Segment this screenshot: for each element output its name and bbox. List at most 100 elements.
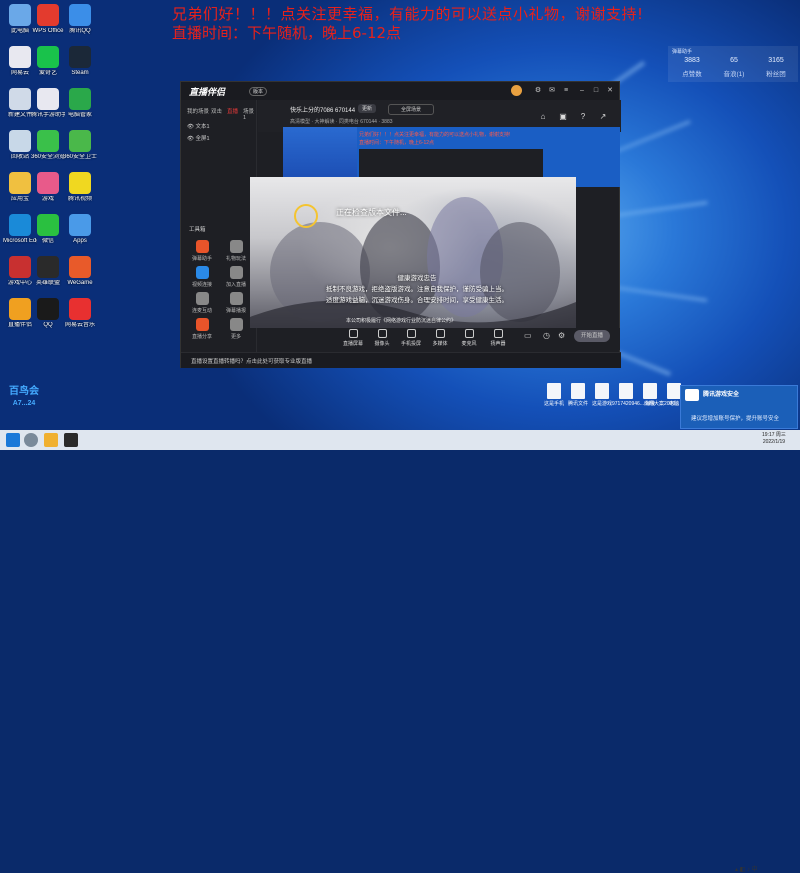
desktop-icon-label: QQ xyxy=(43,322,53,328)
camera-icon[interactable]: ▣ xyxy=(558,112,568,122)
share-icon[interactable]: ↗ xyxy=(598,112,608,122)
app-icon xyxy=(37,4,59,26)
avatar[interactable] xyxy=(511,85,522,96)
desktop-icon[interactable]: 腾讯视频 xyxy=(63,172,97,203)
clock-time: 19:17 周三 xyxy=(762,432,786,438)
desktop-icon[interactable]: 腾讯QQ xyxy=(63,4,97,35)
loading-spinner-icon xyxy=(294,204,318,228)
tab-double[interactable]: 双击 xyxy=(211,107,222,115)
desktop-icon[interactable]: 360安全卫士 xyxy=(63,130,97,161)
live-app-taskbar-icon[interactable] xyxy=(64,433,78,447)
maximize-icon[interactable]: □ xyxy=(591,86,601,96)
minimize-icon[interactable]: – xyxy=(577,86,587,96)
tool-button[interactable]: 直播分享 xyxy=(187,318,217,340)
app-icon xyxy=(69,46,91,68)
mail-icon[interactable]: ✉ xyxy=(547,86,557,96)
brand-line2: A7...24 xyxy=(12,400,36,407)
file-explorer-icon[interactable] xyxy=(44,433,58,447)
app-icon xyxy=(9,214,31,236)
health-line: 适度游戏益脑，沉迷游戏伤身。合理安排时间，享受健康生活。 xyxy=(326,297,508,304)
tool-button[interactable]: 视频连接 xyxy=(187,266,217,288)
control-icon xyxy=(348,329,358,338)
timer-icon[interactable]: ◷ xyxy=(543,331,550,340)
desktop-icon[interactable]: 腾讯手游助手 xyxy=(31,88,65,119)
source-control[interactable]: 摄像头 xyxy=(369,329,395,347)
desktop-icon[interactable]: 微信 xyxy=(31,214,65,245)
tool-button[interactable]: 加入直播 xyxy=(221,266,251,288)
desktop-icon[interactable]: QQ xyxy=(31,298,65,329)
source-control[interactable]: 直播屏幕 xyxy=(340,329,366,347)
desktop-icon[interactable]: 360安全浏览器 xyxy=(31,130,65,161)
security-toast[interactable]: 腾讯游戏安全 建议您增加账号保护，提升账号安全 xyxy=(680,385,798,429)
tool-label: 视频连接 xyxy=(191,282,212,288)
tool-button[interactable]: 弹幕播报 xyxy=(221,292,251,314)
desktop-icon[interactable]: 游戏 xyxy=(31,172,65,203)
stat-gifts: 65 音浪(1) xyxy=(714,57,754,78)
preview-promo-line2: 直播时间：下午随机，晚上6-12点 xyxy=(359,140,435,146)
tab-my-scenes[interactable]: 我的场景 xyxy=(187,107,209,115)
scene-item[interactable]: 👁 全屏1 xyxy=(187,134,210,142)
app-icon xyxy=(69,172,91,194)
start-live-button[interactable]: 开始直播 xyxy=(574,330,610,342)
tool-button[interactable]: 礼物玩法 xyxy=(221,240,251,262)
desktop-icon[interactable]: 网易云音乐 xyxy=(63,298,97,329)
start-icon[interactable] xyxy=(6,433,20,447)
desktop-icon[interactable]: WPS Office xyxy=(31,4,65,35)
app-icon xyxy=(69,130,91,152)
app-icon xyxy=(37,130,59,152)
control-label: 麦克风 xyxy=(461,341,477,347)
tool-button[interactable]: 更多 xyxy=(221,318,251,340)
source-control[interactable]: 多媒体 xyxy=(427,329,453,347)
health-notice: 健康游戏忠告 抵制不良游戏，拒绝盗版游戏。注意自我保护，谨防受骗上当。 适度游戏… xyxy=(302,273,532,306)
desktop-icon-label: 腾讯QQ xyxy=(69,28,91,34)
status-text[interactable]: 直播设置直播转播吗？点击此处可获取专业版直播 xyxy=(191,357,312,365)
tool-icon xyxy=(229,266,243,279)
source-control[interactable]: 麦克风 xyxy=(456,329,482,347)
mic-icon[interactable]: ▭ xyxy=(524,331,532,340)
tool-label: 礼物玩法 xyxy=(225,256,246,262)
desktop-icon[interactable]: 爱奇艺 xyxy=(31,46,65,77)
gear-icon[interactable]: ⚙ xyxy=(558,331,565,340)
stat-value: 3883 xyxy=(684,57,700,64)
source-control[interactable]: 手机投屏 xyxy=(398,329,424,347)
status-bar: 直播设置直播转播吗？点击此处可获取专业版直播 xyxy=(181,352,621,368)
scene-item[interactable]: 👁 文本1 xyxy=(187,122,210,130)
preview-promo: 兄弟们好！！！点关注更幸福，有能力的可以送点小礼物，谢谢支持! 直播时间：下午随… xyxy=(359,131,510,147)
desktop-icon[interactable]: 英雄联盟 xyxy=(31,256,65,287)
control-label: 手机投屏 xyxy=(400,341,421,347)
promo-text-line2: 直播时间：下午随机，晚上6-12点 xyxy=(172,24,402,42)
desktop-icon[interactable]: Steam xyxy=(63,46,97,77)
app-icon xyxy=(9,46,31,68)
app-icon xyxy=(9,256,31,278)
tool-icon xyxy=(195,318,209,331)
stats-title: 弹幕助手 xyxy=(672,49,693,55)
close-icon[interactable]: ✕ xyxy=(605,86,615,96)
tool-icon xyxy=(229,318,243,331)
settings-icon[interactable]: ⚙ xyxy=(533,86,543,96)
tool-button[interactable]: 连麦互动 xyxy=(187,292,217,314)
file-icon xyxy=(595,383,609,399)
brand-line1: 百鸟会 xyxy=(9,386,39,397)
desktop-icon[interactable]: 电脑管家 xyxy=(63,88,97,119)
toolbox-heading: 工具箱 xyxy=(189,227,206,233)
clock[interactable]: 19:17 周三 2022/1/19 xyxy=(762,432,786,446)
search-icon[interactable] xyxy=(24,433,38,447)
scene-label-field[interactable]: 全屏场景 xyxy=(388,104,435,115)
tool-button[interactable]: 弹幕助手 xyxy=(187,240,217,262)
source-control[interactable]: 扬声器 xyxy=(485,329,511,347)
desktop-icon[interactable]: WeGame xyxy=(63,256,97,287)
desktop-icon[interactable]: Apps xyxy=(63,214,97,245)
help-icon[interactable]: ? xyxy=(578,112,588,122)
tab-scene1[interactable]: 场景1 xyxy=(243,107,256,121)
app-icon xyxy=(9,130,31,152)
pin-icon[interactable]: ⌂ xyxy=(538,112,548,122)
desktop-icon-label: 游戏 xyxy=(41,196,54,202)
update-badge[interactable]: 更新 xyxy=(358,104,377,113)
tray-icons[interactable]: ▴ ◧ ♪ 中 xyxy=(735,864,758,873)
menu-icon[interactable]: ≡ xyxy=(561,86,571,96)
version-badge[interactable]: 版本 xyxy=(249,87,268,96)
tool-icon xyxy=(229,240,243,253)
tab-live[interactable]: 直播 xyxy=(227,107,238,115)
app-icon xyxy=(37,88,59,110)
brand-watermark: 百鸟会 A7...24 xyxy=(4,386,44,428)
